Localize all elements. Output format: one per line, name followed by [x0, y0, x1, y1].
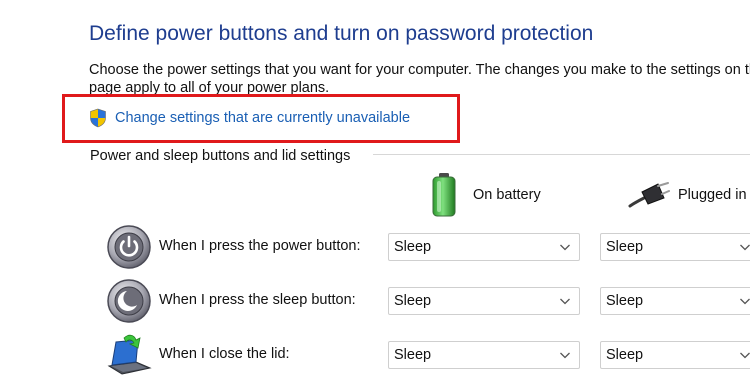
description-line-1: Choose the power settings that you want … — [89, 62, 750, 78]
row-sleep-button: When I press the sleep button: Sleep Sle… — [106, 278, 750, 324]
chevron-down-icon — [740, 352, 750, 359]
select-value: Sleep — [606, 239, 644, 255]
chevron-down-icon — [740, 298, 750, 305]
chevron-down-icon — [560, 244, 570, 251]
select-value: Sleep — [394, 239, 432, 255]
group-divider — [373, 154, 750, 155]
column-label-battery: On battery — [473, 187, 541, 203]
chevron-down-icon — [560, 352, 570, 359]
chevron-down-icon — [740, 244, 750, 251]
column-header-plugged: Plugged in — [628, 180, 747, 210]
select-value: Sleep — [606, 293, 644, 309]
laptop-lid-icon — [107, 334, 152, 375]
close-lid-plugged-select[interactable]: Sleep — [600, 341, 750, 369]
page-description: Choose the power settings that you want … — [89, 60, 750, 94]
group-label-power-sleep: Power and sleep buttons and lid settings — [90, 148, 351, 164]
sleep-button-icon — [107, 279, 151, 323]
power-button-icon — [107, 225, 151, 269]
row-label: When I press the power button: — [159, 238, 361, 254]
battery-icon — [432, 173, 456, 217]
uac-shield-icon — [90, 108, 106, 128]
power-button-battery-select[interactable]: Sleep — [388, 233, 580, 261]
row-power-button: When I press the power button: Sleep Sle… — [106, 224, 750, 270]
chevron-down-icon — [560, 298, 570, 305]
sleep-button-plugged-select[interactable]: Sleep — [600, 287, 750, 315]
select-value: Sleep — [394, 347, 432, 363]
page-title: Define power buttons and turn on passwor… — [89, 22, 594, 45]
row-close-lid: When I close the lid: Sleep Sleep — [106, 332, 750, 378]
select-value: Sleep — [394, 293, 432, 309]
description-line-2: page apply to all of your power plans. — [89, 80, 330, 94]
column-label-plugged: Plugged in — [678, 187, 747, 203]
power-plug-icon — [628, 182, 670, 208]
row-label: When I press the sleep button: — [159, 292, 356, 308]
power-button-plugged-select[interactable]: Sleep — [600, 233, 750, 261]
select-value: Sleep — [606, 347, 644, 363]
close-lid-battery-select[interactable]: Sleep — [388, 341, 580, 369]
change-settings-label: Change settings that are currently unava… — [115, 110, 411, 126]
change-settings-link[interactable]: Change settings that are currently unava… — [89, 107, 410, 129]
column-header-battery: On battery — [429, 172, 541, 218]
row-label: When I close the lid: — [159, 346, 290, 362]
sleep-button-battery-select[interactable]: Sleep — [388, 287, 580, 315]
